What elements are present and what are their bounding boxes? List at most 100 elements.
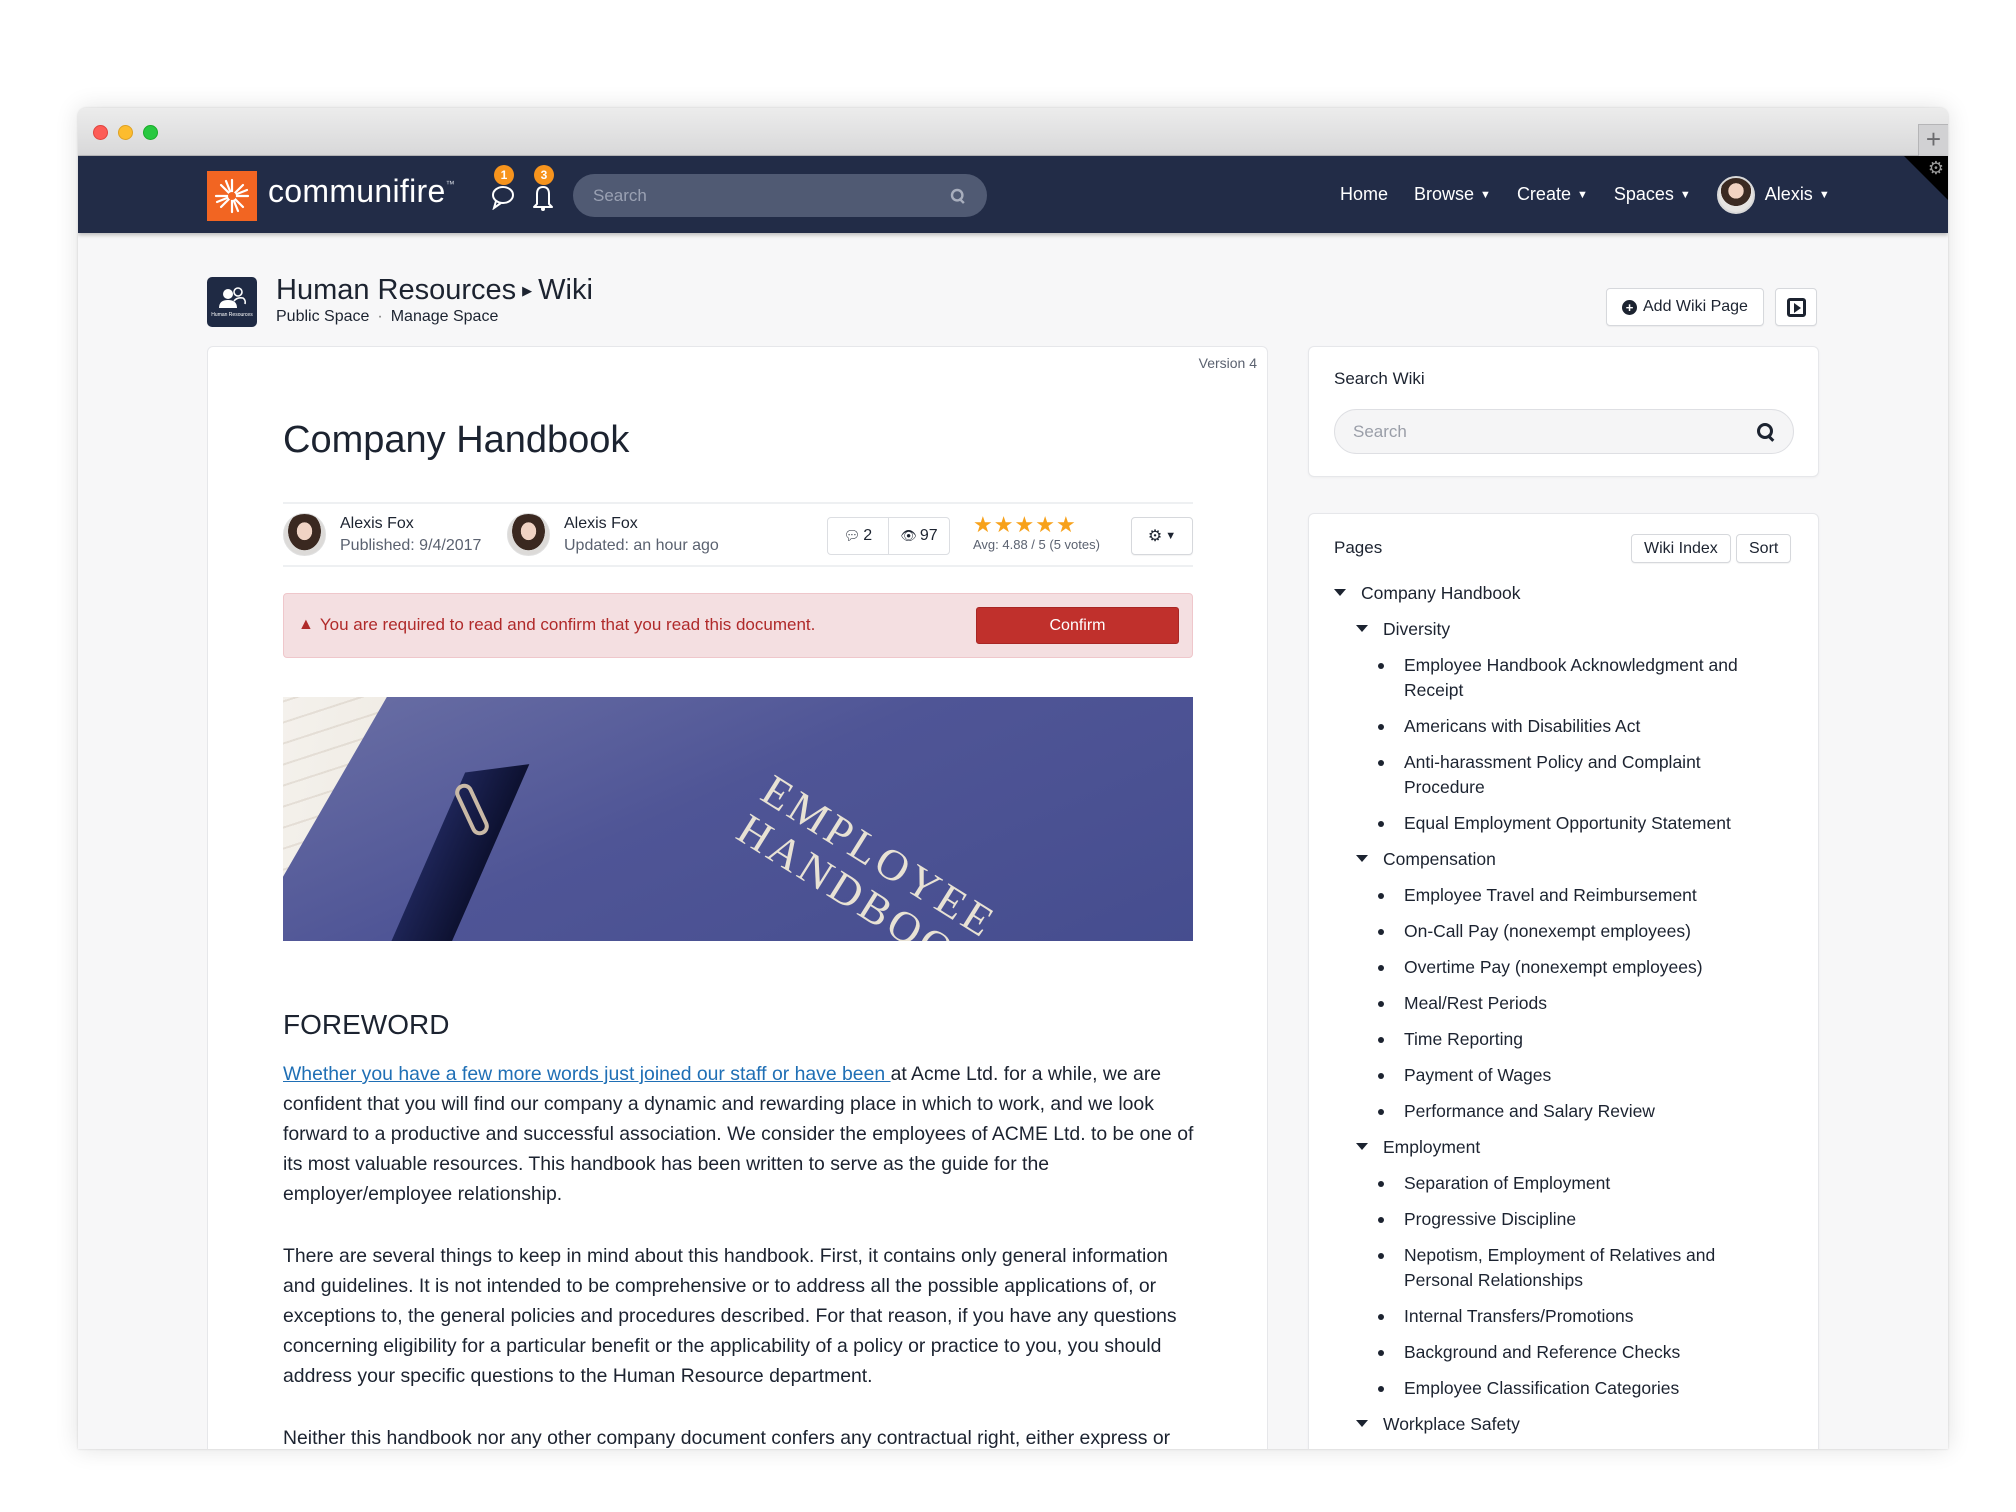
- tree-item-label: Compensation: [1383, 849, 1496, 869]
- alert-message: ▲ You are required to read and confirm t…: [298, 615, 815, 635]
- article-meta: Alexis Fox Published: 9/4/2017 Alexis Fo…: [283, 502, 1193, 567]
- updater: Alexis Fox Updated: an hour ago: [507, 513, 719, 556]
- bullet-icon: [1378, 1314, 1384, 1320]
- tree-item-workplace-safety[interactable]: Workplace Safety: [1356, 1412, 1804, 1437]
- article-options-button[interactable]: ⚙ ▼: [1131, 517, 1193, 555]
- search-icon[interactable]: [950, 188, 965, 202]
- version-label[interactable]: Version 4: [1199, 355, 1257, 371]
- tree-leaf[interactable]: Americans with Disabilities Act: [1378, 714, 1804, 739]
- tree-leaf[interactable]: Employee Travel and Reimbursement: [1378, 883, 1804, 908]
- tree-leaf[interactable]: Employee Classification Categories: [1378, 1376, 1804, 1401]
- tree-leaf[interactable]: Time Reporting: [1378, 1027, 1804, 1052]
- tree-leaf[interactable]: Background and Reference Checks: [1378, 1340, 1804, 1365]
- tree-leaf-label: Background and Reference Checks: [1404, 1342, 1681, 1362]
- tree-leaf[interactable]: Nepotism, Employment of Relatives and Pe…: [1378, 1243, 1804, 1293]
- manage-space-link[interactable]: Manage Space: [391, 308, 499, 325]
- updater-name[interactable]: Alexis Fox: [564, 515, 719, 533]
- play-square-icon: [1786, 297, 1806, 317]
- breadcrumb-space[interactable]: Human Resources: [276, 274, 516, 306]
- tree-leaf[interactable]: Internal Transfers/Promotions: [1378, 1304, 1804, 1329]
- nav-browse[interactable]: Browse ▼: [1414, 184, 1491, 205]
- caret-down-icon[interactable]: [1356, 1143, 1368, 1150]
- global-search-input[interactable]: [593, 185, 949, 206]
- tree-leaf-label: Overtime Pay (nonexempt employees): [1404, 957, 1703, 977]
- separator-dot: ·: [377, 308, 383, 325]
- caret-down-icon[interactable]: [1334, 589, 1346, 596]
- publisher: Alexis Fox Published: 9/4/2017: [283, 513, 481, 556]
- presentation-mode-button[interactable]: [1775, 288, 1817, 326]
- star-icon[interactable]: ★: [1014, 512, 1035, 537]
- space-visibility: Public Space: [276, 308, 370, 325]
- nav-create[interactable]: Create ▼: [1517, 184, 1588, 205]
- tree-leaf-label: Time Reporting: [1404, 1029, 1523, 1049]
- global-search[interactable]: [573, 174, 987, 217]
- maximize-window-button[interactable]: [143, 125, 158, 140]
- messages-button[interactable]: 1: [490, 165, 516, 215]
- pages-title: Pages: [1334, 538, 1383, 557]
- tree-item-employment[interactable]: Employment: [1356, 1135, 1804, 1160]
- caret-down-icon[interactable]: [1356, 1420, 1368, 1427]
- tree-leaf-label: Separation of Employment: [1404, 1173, 1611, 1193]
- confirm-button[interactable]: Confirm: [976, 607, 1179, 644]
- nav-spaces[interactable]: Spaces ▼: [1614, 184, 1691, 205]
- gear-icon[interactable]: ⚙: [1928, 158, 1944, 179]
- trademark: ™: [445, 179, 455, 189]
- wiki-index-button[interactable]: Wiki Index: [1631, 534, 1731, 563]
- search-icon[interactable]: [1757, 422, 1775, 441]
- tree-leaf[interactable]: Payment of Wages: [1378, 1063, 1804, 1088]
- people-icon: [219, 287, 247, 308]
- notifications-button[interactable]: 3: [530, 165, 556, 217]
- breadcrumb: Human Resources ▶ Wiki: [276, 274, 593, 307]
- tree-leaf[interactable]: Overtime Pay (nonexempt employees): [1378, 955, 1804, 980]
- close-window-button[interactable]: [93, 125, 108, 140]
- tree-item-diversity[interactable]: Diversity: [1356, 617, 1804, 642]
- warning-icon: ▲: [298, 616, 314, 633]
- tree-item-compensation[interactable]: Compensation: [1356, 847, 1804, 872]
- space-avatar[interactable]: Human Resources: [207, 277, 257, 327]
- star-icon[interactable]: ★: [1035, 512, 1056, 537]
- bullet-icon: [1378, 1181, 1384, 1187]
- caret-down-icon: ▼: [1165, 530, 1177, 542]
- caret-down-icon[interactable]: [1356, 625, 1368, 632]
- tree-leaf[interactable]: Progressive Discipline: [1378, 1207, 1804, 1232]
- comments-count[interactable]: 💬︎ 2: [828, 518, 888, 554]
- sort-button[interactable]: Sort: [1736, 534, 1792, 563]
- bullet-icon: [1378, 929, 1384, 935]
- star-rating[interactable]: ★★★★★: [973, 514, 1100, 536]
- stats-box: 💬︎ 2 👁︎ 97: [827, 517, 950, 555]
- tree-leaf[interactable]: Performance and Salary Review: [1378, 1099, 1804, 1124]
- tree-leaf-label: Progressive Discipline: [1404, 1209, 1577, 1229]
- add-wiki-page-button[interactable]: + Add Wiki Page: [1606, 288, 1764, 326]
- wiki-search-box[interactable]: [1334, 409, 1794, 454]
- caret-down-icon[interactable]: [1356, 855, 1368, 862]
- bullet-icon: [1378, 1253, 1384, 1259]
- user-menu[interactable]: Alexis ▼: [1716, 175, 1830, 214]
- publisher-avatar[interactable]: [283, 513, 326, 556]
- breadcrumb-wiki[interactable]: Wiki: [538, 274, 593, 306]
- star-icon[interactable]: ★: [1056, 512, 1077, 537]
- tree-leaf[interactable]: Separation of Employment: [1378, 1171, 1804, 1196]
- minimize-window-button[interactable]: [118, 125, 133, 140]
- tree-leaf-label: Anti-harassment Policy and Complaint Pro…: [1404, 752, 1701, 797]
- wiki-search-input[interactable]: [1353, 421, 1757, 442]
- tree-leaf-label: Payment of Wages: [1404, 1065, 1552, 1085]
- new-tab-button[interactable]: +: [1918, 124, 1948, 156]
- tree-leaf[interactable]: Equal Employment Opportunity Statement: [1378, 811, 1804, 836]
- plus-icon: +: [1925, 124, 1942, 154]
- publisher-name[interactable]: Alexis Fox: [340, 515, 481, 533]
- inline-link[interactable]: Whether you have a few more words just j…: [283, 1063, 891, 1085]
- tree-leaf[interactable]: Anti-harassment Policy and Complaint Pro…: [1378, 750, 1804, 800]
- tree-item-company-handbook[interactable]: Company Handbook: [1334, 581, 1804, 606]
- tree-leaf[interactable]: On-Call Pay (nonexempt employees): [1378, 919, 1804, 944]
- star-icon[interactable]: ★: [973, 512, 994, 537]
- tree-leaf[interactable]: Meal/Rest Periods: [1378, 991, 1804, 1016]
- brand-logo-icon[interactable]: [207, 171, 257, 221]
- nav-home[interactable]: Home: [1340, 184, 1388, 205]
- search-wiki-title: Search Wiki: [1334, 369, 1425, 388]
- tree-leaf-label: Employee Travel and Reimbursement: [1404, 885, 1697, 905]
- star-icon[interactable]: ★: [994, 512, 1015, 537]
- updater-avatar[interactable]: [507, 513, 550, 556]
- brand-name[interactable]: communifire™: [268, 173, 455, 210]
- updated-date: Updated: an hour ago: [564, 536, 719, 554]
- tree-leaf[interactable]: Employee Handbook Acknowledgment and Rec…: [1378, 653, 1804, 703]
